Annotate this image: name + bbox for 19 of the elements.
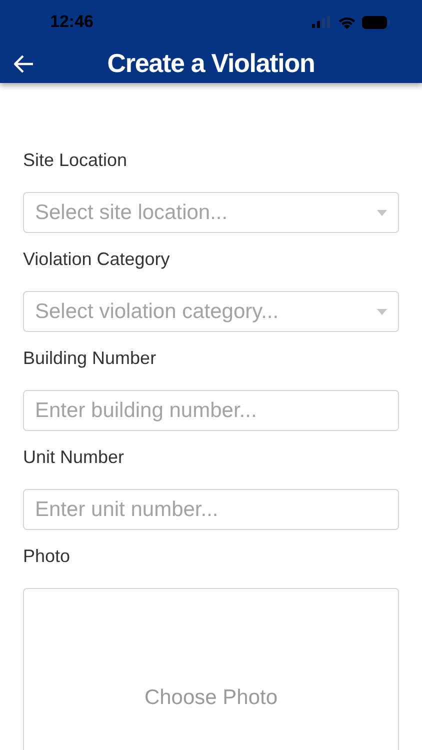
back-button[interactable] [12, 52, 36, 74]
photo-picker[interactable]: Choose Photo [23, 588, 399, 750]
status-time: 12:46 [50, 11, 94, 34]
field-label: Site Location [23, 149, 128, 172]
battery-icon [362, 16, 390, 28]
page-title: Create a Violation [107, 47, 315, 80]
input-field[interactable]: Enter building number... [23, 390, 399, 431]
dropdown-caret-icon [377, 210, 387, 216]
input-field[interactable]: Enter unit number... [23, 489, 399, 530]
select-field[interactable]: Select site location... [23, 192, 399, 233]
back-arrow-icon [14, 54, 34, 72]
field-label: Photo [23, 545, 72, 568]
select-field[interactable]: Select violation category... [23, 291, 399, 332]
field-label: Building Number [23, 347, 158, 370]
dropdown-caret-icon [377, 308, 387, 314]
signal-icon [312, 16, 332, 28]
field-label: Unit Number [23, 446, 126, 469]
wifi-icon [338, 16, 356, 28]
field-label: Violation Category [23, 248, 171, 271]
